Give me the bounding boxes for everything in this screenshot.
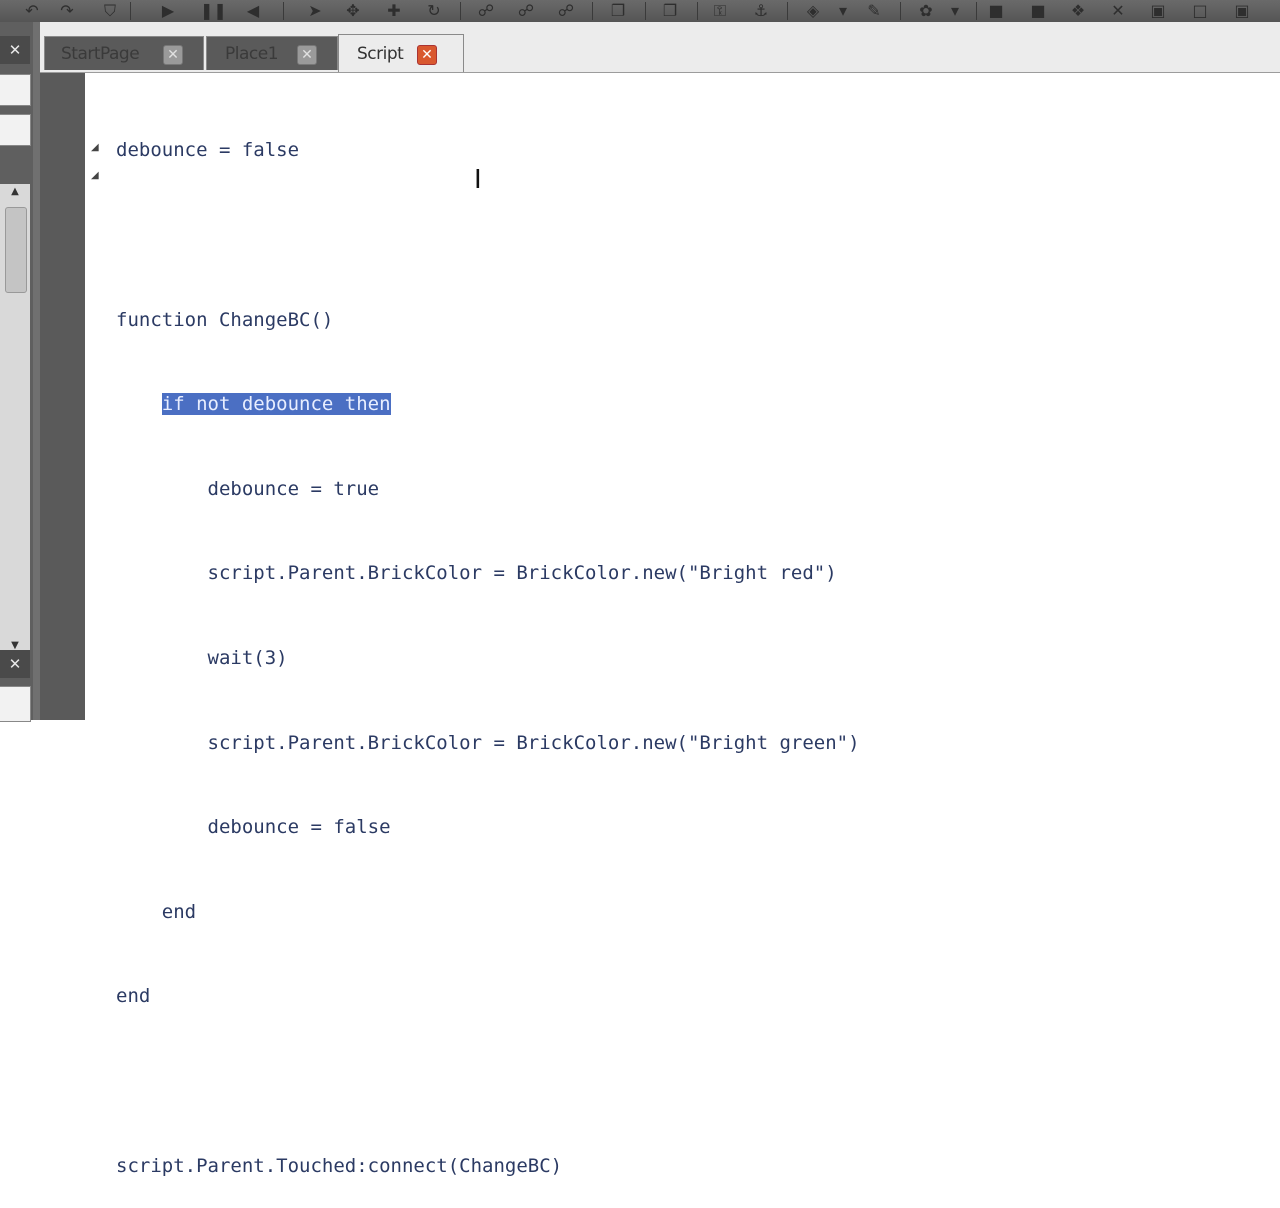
- tab-startpage[interactable]: StartPage ✕: [44, 36, 204, 70]
- part4-icon[interactable]: ✕: [1108, 1, 1128, 21]
- line-number-gutter: [40, 73, 85, 720]
- toolbar-divider: [130, 2, 131, 20]
- anchor-icon[interactable]: ⚓: [751, 1, 771, 21]
- paint-icon[interactable]: ◈: [803, 1, 823, 21]
- code-line: debounce = true: [116, 475, 860, 503]
- close-icon[interactable]: ✕: [297, 45, 317, 65]
- pause-icon[interactable]: ❚❚: [200, 1, 227, 21]
- tab-place1[interactable]: Place1 ✕: [206, 36, 338, 70]
- code-text: debounce = false: [207, 816, 391, 839]
- toolbar-divider: [460, 2, 461, 20]
- code-line: if not debounce then: [116, 390, 860, 418]
- lock-icon[interactable]: ⛉: [100, 1, 120, 21]
- paste-icon[interactable]: ❐: [660, 1, 680, 21]
- code-line: wait(3): [116, 644, 860, 672]
- code-line: script.Parent.Touched:connect(ChangeBC): [116, 1152, 860, 1180]
- toolbar-divider: [900, 2, 901, 20]
- scrollbar[interactable]: ▲ ▼: [0, 184, 30, 654]
- code-text: function ChangeBC(): [116, 308, 334, 331]
- code-line: debounce = false: [116, 813, 860, 841]
- redo-icon[interactable]: ↷: [57, 1, 77, 21]
- toolbar-divider: [645, 2, 646, 20]
- code-text: debounce = false: [116, 139, 300, 162]
- code-text: script.Parent.BrickColor = BrickColor.ne…: [207, 562, 837, 585]
- part5-icon[interactable]: ▣: [1148, 1, 1168, 21]
- code-editor[interactable]: debounce = false function ChangeBC() if …: [116, 80, 860, 1208]
- panel-close-icon[interactable]: ✕: [0, 36, 30, 64]
- tab-label: Script: [357, 44, 404, 64]
- surface-icon[interactable]: ✿: [916, 1, 936, 21]
- code-text: end: [116, 985, 151, 1008]
- part7-icon[interactable]: ▣: [1232, 1, 1252, 21]
- panel-field[interactable]: [0, 114, 31, 146]
- left-panel: ✕ ▲ ▼ ✕: [0, 22, 33, 722]
- toolbar-divider: [787, 2, 788, 20]
- selected-code-text: if not debounce then: [161, 393, 391, 416]
- panel-field[interactable]: [0, 686, 31, 722]
- code-text: script.Parent.BrickColor = BrickColor.ne…: [207, 731, 860, 754]
- code-line: function ChangeBC(): [116, 306, 860, 334]
- tab-script[interactable]: Script ✕: [338, 34, 464, 72]
- code-line: end: [116, 982, 860, 1010]
- fold-collapse-icon[interactable]: ◢: [91, 170, 99, 181]
- tab-label: StartPage: [61, 44, 140, 64]
- play-icon[interactable]: ▶: [158, 1, 178, 21]
- panel-splitter[interactable]: [33, 22, 40, 720]
- ungroup-icon[interactable]: ☍: [516, 1, 536, 21]
- rotate-icon[interactable]: ↻: [424, 1, 444, 21]
- code-text: wait(3): [207, 646, 288, 669]
- code-text: end: [161, 900, 197, 923]
- code-text: script.Parent.Touched:connect(ChangeBC): [116, 1154, 563, 1177]
- scroll-thumb[interactable]: [5, 207, 27, 293]
- close-icon[interactable]: ✕: [163, 45, 183, 65]
- scroll-up-icon[interactable]: ▲: [0, 184, 30, 200]
- lock-part-icon[interactable]: ⚿: [710, 1, 730, 21]
- code-line: end: [116, 898, 860, 926]
- close-icon[interactable]: ✕: [417, 45, 437, 65]
- stop-icon[interactable]: ◀: [243, 1, 263, 21]
- move-icon[interactable]: ✥: [343, 1, 363, 21]
- toolbar-divider: [976, 2, 977, 20]
- color-icon[interactable]: ☍: [556, 1, 576, 21]
- dropdown2-icon[interactable]: ▾: [945, 1, 965, 21]
- text-cursor-icon: I: [474, 165, 482, 195]
- part2-icon[interactable]: ■: [1028, 1, 1048, 21]
- select-icon[interactable]: ➤: [305, 1, 325, 21]
- toolbar-divider: [592, 2, 593, 20]
- toolbar-divider: [283, 2, 284, 20]
- part6-icon[interactable]: □: [1190, 1, 1210, 21]
- undo-icon[interactable]: ↶: [22, 1, 42, 21]
- fold-collapse-icon[interactable]: ◢: [91, 142, 99, 153]
- code-line: script.Parent.BrickColor = BrickColor.ne…: [116, 729, 860, 757]
- code-text: debounce = true: [207, 477, 380, 500]
- code-line: debounce = false: [116, 136, 860, 164]
- part-icon[interactable]: ■: [986, 1, 1006, 21]
- copy-icon[interactable]: ❐: [608, 1, 628, 21]
- scale-icon[interactable]: ✚: [384, 1, 404, 21]
- group-icon[interactable]: ☍: [476, 1, 496, 21]
- brush-icon[interactable]: ✎: [864, 1, 884, 21]
- tab-bar: StartPage ✕ Place1 ✕ Script ✕: [40, 22, 1280, 73]
- dropdown-icon[interactable]: ▾: [833, 1, 853, 21]
- toolbar: ↶ ↷ ⛉ ▶ ❚❚ ◀ ➤ ✥ ✚ ↻ ☍ ☍ ☍ ❐ ❐ ⚿ ⚓ ◈ ▾ ✎…: [0, 0, 1280, 23]
- tab-label: Place1: [225, 44, 279, 64]
- panel-field[interactable]: [0, 74, 31, 106]
- part3-icon[interactable]: ❖: [1068, 1, 1088, 21]
- panel-close-icon[interactable]: ✕: [0, 650, 30, 678]
- toolbar-divider: [697, 2, 698, 20]
- code-line: script.Parent.BrickColor = BrickColor.ne…: [116, 559, 860, 587]
